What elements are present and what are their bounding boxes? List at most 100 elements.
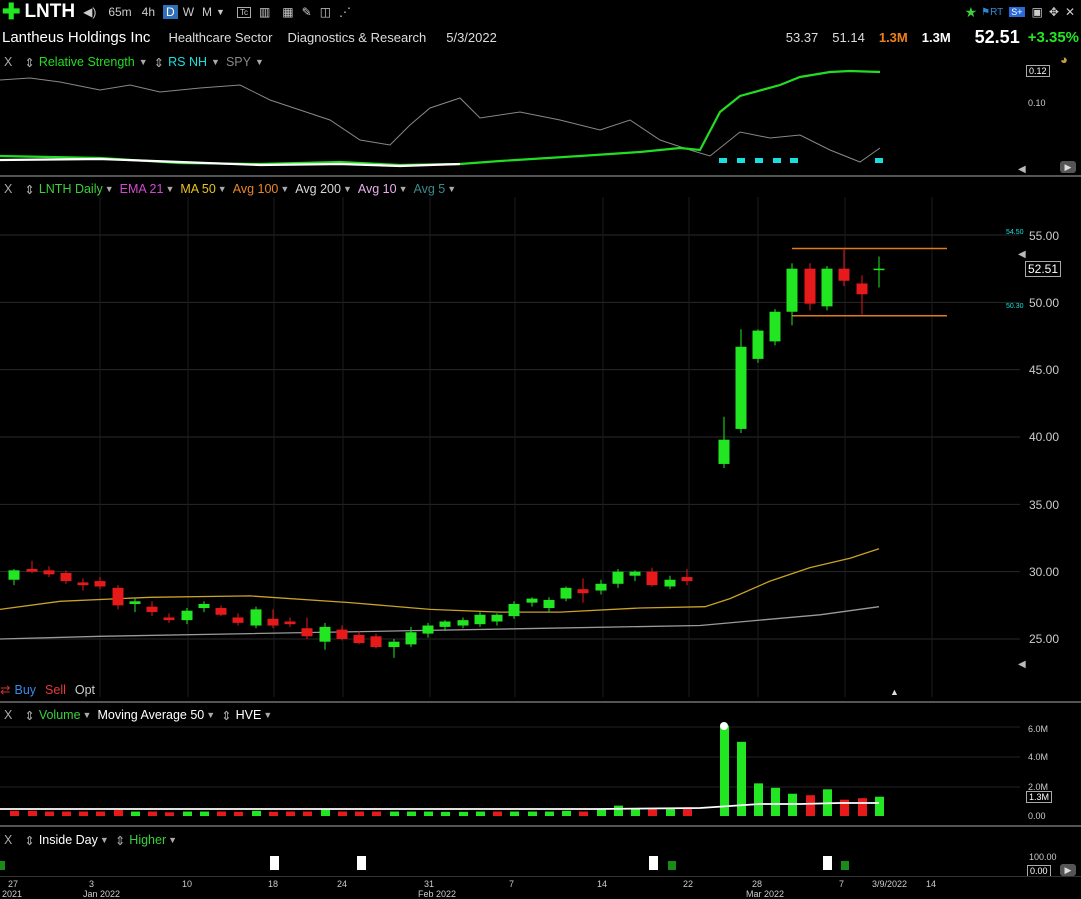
candle-body — [60, 573, 72, 582]
rs-new-high-marker — [790, 158, 798, 163]
candle-body — [457, 620, 469, 626]
volume-bar — [165, 812, 174, 816]
volume-bar — [234, 811, 243, 816]
volume-bar — [303, 811, 312, 816]
candle-body — [112, 587, 124, 606]
candle-body — [301, 628, 313, 637]
candle-body — [267, 618, 279, 626]
volume-bar — [510, 811, 519, 816]
candle-body — [629, 571, 641, 576]
volume-bar — [200, 811, 209, 816]
rs-new-high-marker — [755, 158, 763, 163]
volume-bar — [858, 798, 867, 816]
volume-bar — [390, 811, 399, 816]
volume-bar — [528, 811, 537, 816]
volume-bar — [441, 811, 450, 816]
candle-body — [336, 629, 348, 639]
candle-body — [595, 583, 607, 591]
candle-body — [577, 589, 589, 594]
volume-bar — [875, 796, 884, 816]
volume-bar — [96, 811, 105, 816]
volume-bar — [545, 811, 554, 816]
candle-body — [129, 601, 141, 604]
volume-bar — [579, 811, 588, 816]
candle-body — [215, 608, 227, 615]
volume-bar — [683, 808, 692, 816]
candle-body — [474, 614, 486, 625]
candle-body — [838, 268, 850, 281]
volume-bar — [355, 811, 364, 816]
candle-body — [873, 268, 885, 271]
volume-bar — [648, 808, 657, 816]
hve-marker — [720, 722, 728, 730]
candle-body — [543, 599, 555, 609]
volume-bar — [338, 811, 347, 816]
volume-bar — [28, 810, 37, 816]
chart-canvas[interactable] — [0, 0, 1081, 898]
candle-body — [718, 439, 730, 464]
higher-marker — [668, 861, 676, 870]
candle-body — [370, 636, 382, 648]
volume-ma-line — [0, 802, 879, 810]
candle-body — [405, 632, 417, 645]
candle-body — [804, 268, 816, 304]
candle-body — [491, 614, 503, 622]
candle-body — [146, 606, 158, 613]
inside-day-marker — [270, 856, 279, 870]
volume-bar — [459, 811, 468, 816]
volume-bar — [631, 808, 640, 816]
candle-body — [508, 603, 520, 617]
volume-bar — [771, 787, 780, 816]
volume-bar — [372, 811, 381, 816]
candle-body — [8, 570, 20, 580]
rs-new-high-marker — [875, 158, 883, 163]
candle-body — [681, 577, 693, 582]
candle-body — [198, 603, 210, 609]
candle-body — [77, 582, 89, 586]
volume-bar — [562, 810, 571, 816]
candle-body — [439, 621, 451, 627]
candle-body — [163, 617, 175, 621]
volume-bar — [666, 808, 675, 816]
volume-bar — [131, 811, 140, 816]
candle-body — [646, 571, 658, 586]
spy-line — [0, 77, 881, 163]
volume-bar — [720, 725, 729, 816]
candle-body — [821, 268, 833, 307]
higher-marker — [841, 861, 849, 870]
volume-bar — [217, 811, 226, 816]
volume-bar — [806, 795, 815, 816]
candle-body — [43, 570, 55, 575]
candle-body — [319, 626, 331, 642]
volume-bar — [45, 811, 54, 816]
volume-bar — [754, 783, 763, 816]
volume-bar — [62, 811, 71, 816]
volume-bar — [476, 811, 485, 816]
candle-body — [856, 283, 868, 295]
candle-body — [422, 625, 434, 634]
candle-body — [664, 579, 676, 587]
volume-bar — [10, 810, 19, 816]
candle-body — [752, 330, 764, 359]
candle-body — [284, 621, 296, 625]
volume-bar — [407, 811, 416, 816]
volume-bar — [286, 811, 295, 816]
volume-bar — [614, 805, 623, 816]
rs-new-high-marker — [773, 158, 781, 163]
inside-day-marker — [649, 856, 658, 870]
volume-bar — [183, 811, 192, 816]
inside-day-marker — [823, 856, 832, 870]
candle-body — [735, 346, 747, 429]
volume-bar — [321, 809, 330, 816]
candle-body — [232, 617, 244, 623]
volume-bar — [114, 810, 123, 816]
candle-body — [181, 610, 193, 621]
volume-bar — [493, 811, 502, 816]
candle-body — [26, 568, 38, 572]
volume-bar — [252, 810, 261, 816]
volume-bar — [148, 811, 157, 816]
candle-body — [353, 634, 365, 644]
candle-body — [388, 641, 400, 648]
candle-body — [526, 598, 538, 603]
rs-new-high-marker — [719, 158, 727, 163]
